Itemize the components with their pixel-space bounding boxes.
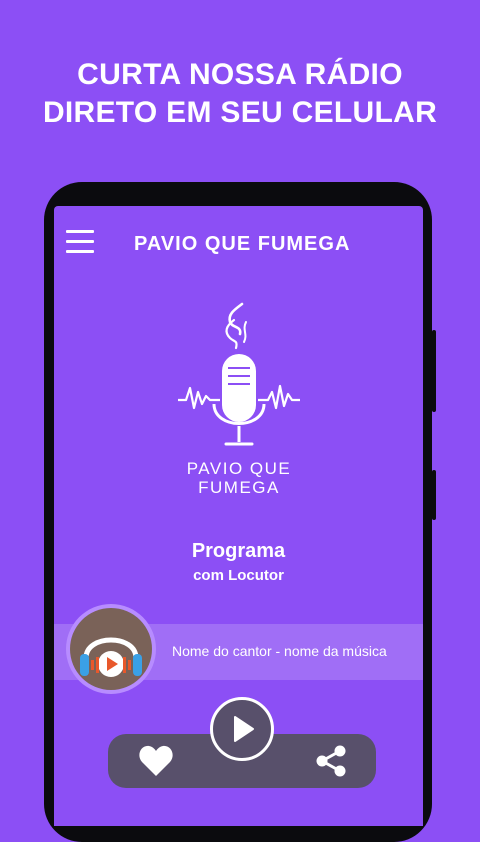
radio-logo: PAVIO QUE FUMEGA	[164, 296, 314, 496]
program-host: com Locutor	[193, 567, 284, 584]
logo-text-line-2: FUMEGA	[198, 478, 280, 497]
play-icon	[234, 716, 254, 742]
now-playing-text: Nome do cantor - nome da música	[172, 643, 387, 659]
promo-line-1: CURTA NOSSA RÁDIO	[77, 58, 403, 91]
microphone-smoke-icon	[178, 302, 300, 446]
headphones-play-icon	[80, 637, 142, 677]
phone-side-button	[432, 330, 436, 412]
app-title: PAVIO QUE FUMEGA	[134, 233, 351, 255]
heart-icon[interactable]	[138, 744, 174, 778]
promo-headline: CURTA NOSSA RÁDIO DIRETO EM SEU CELULAR	[0, 56, 480, 132]
app-bar: PAVIO QUE FUMEGA	[54, 206, 423, 282]
program-title: Programa	[191, 540, 286, 562]
play-button[interactable]	[210, 697, 274, 761]
phone-side-button	[432, 470, 436, 520]
logo-text-line-1: PAVIO QUE	[186, 459, 292, 478]
promo-line-2: DIRETO EM SEU CELULAR	[42, 96, 438, 129]
share-icon[interactable]	[314, 744, 348, 778]
hamburger-menu-icon[interactable]	[66, 230, 96, 256]
album-art	[70, 608, 152, 690]
